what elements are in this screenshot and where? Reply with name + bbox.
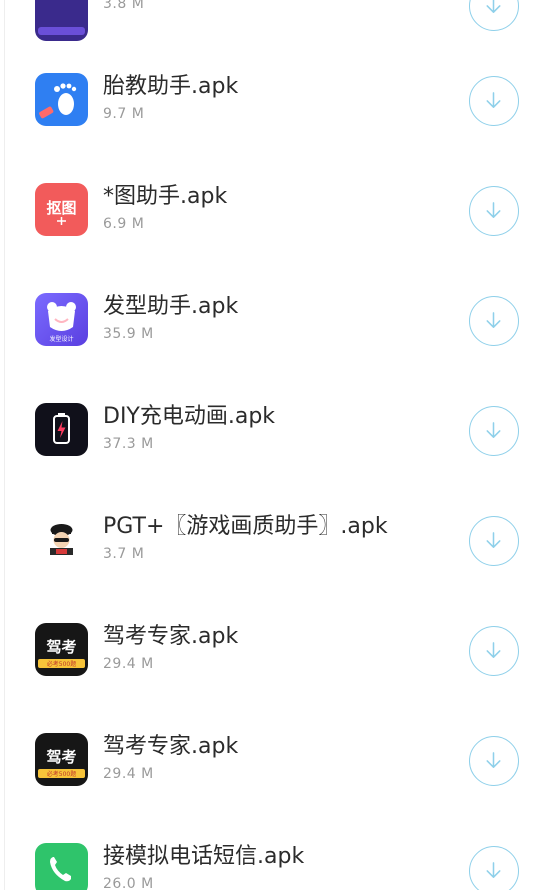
svg-text:抠图: 抠图: [46, 199, 76, 217]
download-button[interactable]: [469, 736, 519, 786]
download-button[interactable]: [469, 406, 519, 456]
list-item[interactable]: 抠图 *图助手.apk 6.9 M: [0, 153, 535, 263]
bear-app-icon: 发型设计: [35, 293, 88, 346]
list-item[interactable]: 驾考 必考500题 驾考专家.apk 29.4 M: [0, 703, 535, 813]
app-size: 35.9 M: [103, 326, 154, 342]
footprint-app-icon: [35, 73, 88, 126]
app-icon: 驾考 必考500题: [35, 623, 88, 676]
app-icon: [35, 73, 88, 126]
download-arrow-icon: [486, 862, 501, 878]
app-size: 26.0 M: [103, 876, 154, 890]
svg-text:必考500题: 必考500题: [47, 770, 76, 778]
download-button[interactable]: [469, 186, 519, 236]
app-size: 6.9 M: [103, 216, 145, 232]
list-item[interactable]: 驾考 必考500题 驾考专家.apk 29.4 M: [0, 593, 535, 703]
download-button[interactable]: [469, 626, 519, 676]
list-item[interactable]: PGT+〖游戏画质助手〗.apk 3.7 M: [0, 483, 535, 593]
app-icon: 驾考 必考500题: [35, 733, 88, 786]
list-item[interactable]: 3.8 M: [0, 0, 535, 41]
download-arrow-icon: [486, 92, 501, 108]
app-icon: 发型设计: [35, 293, 88, 346]
app-size: 3.8 M: [103, 0, 145, 12]
character-app-icon: [35, 513, 88, 566]
svg-text:驾考: 驾考: [46, 748, 76, 766]
app-size: 37.3 M: [103, 436, 154, 452]
download-arrow-icon: [486, 0, 501, 13]
app-size: 3.7 M: [103, 546, 145, 562]
phone-app-icon: [35, 843, 88, 890]
app-name: 胎教助手.apk: [103, 74, 239, 99]
driving-exam-app-icon: 驾考 必考500题: [35, 623, 88, 676]
download-arrow-icon: [486, 202, 501, 218]
app-name: 发型助手.apk: [103, 294, 239, 319]
app-icon: [35, 0, 88, 41]
app-name: 驾考专家.apk: [103, 624, 239, 649]
download-button[interactable]: [469, 76, 519, 126]
download-arrow-icon: [486, 312, 501, 328]
svg-text:发型设计: 发型设计: [49, 335, 73, 343]
list-item[interactable]: 接模拟电话短信.apk 26.0 M: [0, 813, 535, 890]
list-item[interactable]: DIY充电动画.apk 37.3 M: [0, 373, 535, 483]
app-size: 29.4 M: [103, 656, 154, 672]
download-button[interactable]: [469, 516, 519, 566]
app-icon: [35, 403, 88, 456]
app-icon: 抠图: [35, 183, 88, 236]
app-size: 29.4 M: [103, 766, 154, 782]
app-name: *图助手.apk: [103, 184, 228, 209]
koutu-app-icon: 抠图: [35, 183, 88, 236]
list-item[interactable]: 胎教助手.apk 9.7 M: [0, 43, 535, 153]
battery-app-icon: [35, 403, 88, 456]
download-button[interactable]: [469, 0, 519, 31]
list-item[interactable]: 发型设计 发型助手.apk 35.9 M: [0, 263, 535, 373]
app-size: 9.7 M: [103, 106, 145, 122]
svg-text:必考500题: 必考500题: [47, 660, 76, 668]
svg-text:驾考: 驾考: [46, 638, 76, 656]
app-name: DIY充电动画.apk: [103, 404, 276, 429]
app-name: PGT+〖游戏画质助手〗.apk: [103, 514, 388, 539]
download-button[interactable]: [469, 296, 519, 346]
download-button[interactable]: [469, 846, 519, 890]
download-arrow-icon: [486, 642, 501, 658]
app-download-list-page: 3.8 M 胎教助手.apk 9.7 M 抠图 *图助手.apk 6.9 M 发…: [0, 0, 535, 890]
driving-exam-app-icon: 驾考 必考500题: [35, 733, 88, 786]
download-arrow-icon: [486, 532, 501, 548]
download-arrow-icon: [486, 752, 501, 768]
app-name: 驾考专家.apk: [103, 734, 239, 759]
app-icon: [35, 513, 88, 566]
app-icon: [35, 843, 88, 890]
app-name: 接模拟电话短信.apk: [103, 844, 305, 869]
download-arrow-icon: [486, 422, 501, 438]
partial-app-icon: [35, 0, 88, 41]
